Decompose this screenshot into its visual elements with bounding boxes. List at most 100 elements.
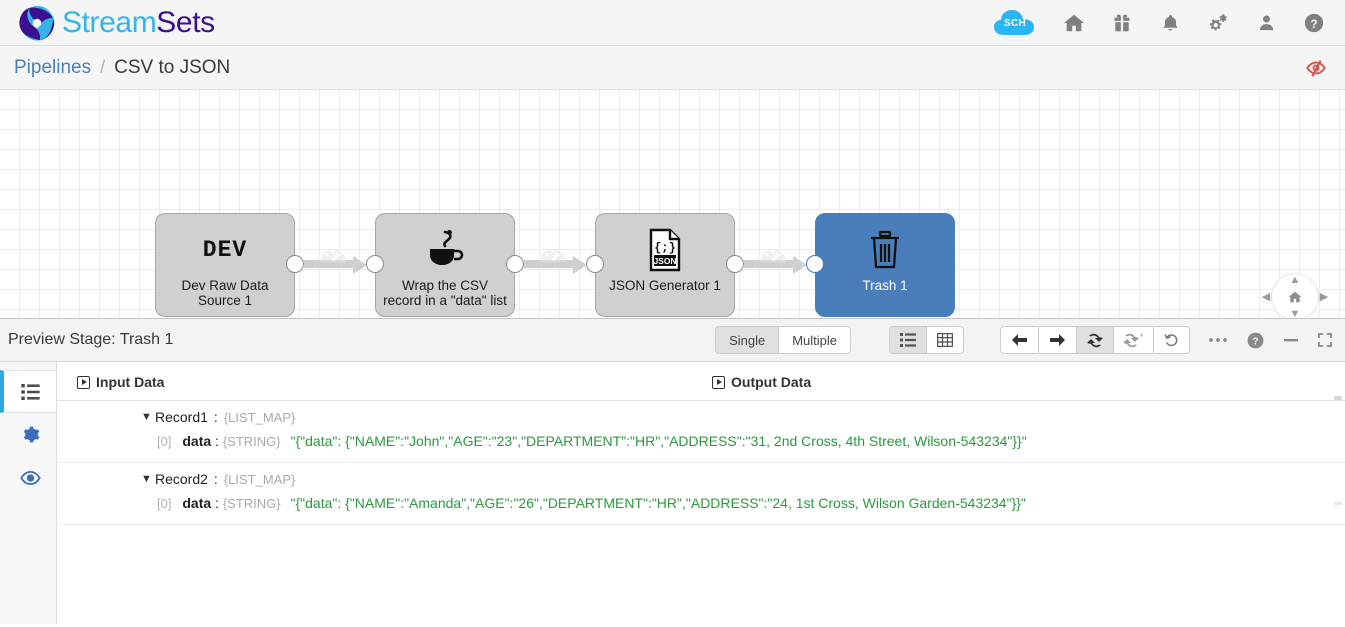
field-value[interactable]: "{"data": {"NAME":"John","AGE":"23","DEP…: [291, 433, 1027, 449]
stage-label-json-generator-1: JSON Generator 1: [609, 278, 721, 293]
gift-icon[interactable]: [1111, 12, 1133, 34]
record-name: Record1: [155, 409, 208, 425]
streamsets-logo[interactable]: StreamSets: [18, 4, 215, 42]
breadcrumb-pipelines-link[interactable]: Pipelines: [14, 57, 91, 79]
field-type: {STRING}: [222, 434, 281, 449]
link-2-arrow: [573, 256, 587, 274]
output-port-wrap-csv-record[interactable]: [506, 255, 524, 273]
pan-up-button[interactable]: ▲: [1288, 273, 1302, 287]
record-type: {LIST_MAP}: [223, 410, 296, 425]
link-3-meter-icon[interactable]: [758, 242, 788, 269]
input-port-wrap-csv-record[interactable]: [366, 255, 384, 273]
record-field-row: [0] data : {STRING} "{"data": {"NAME":"A…: [57, 493, 1345, 514]
record-name: Record2: [155, 471, 208, 487]
output-data-column-header: Output Data: [712, 374, 811, 390]
more-options-icon[interactable]: [1208, 336, 1228, 344]
run-preview-with-options-icon[interactable]: *: [1113, 326, 1153, 354]
table-view-icon[interactable]: [926, 326, 964, 354]
breadcrumb-separator: /: [100, 57, 106, 77]
record-block: ▼ Record1 : {LIST_MAP} [0] data : {STRIN…: [57, 401, 1345, 463]
reset-offset-icon[interactable]: [1153, 326, 1190, 354]
help-icon[interactable]: ?: [1303, 12, 1325, 34]
preview-left-rail: [0, 362, 57, 624]
top-nav-actions: SCH ?: [993, 8, 1331, 38]
record-colon: :: [213, 471, 218, 487]
stage-label-dev-raw-data-source-1: Dev Raw Data Source 1: [181, 278, 269, 308]
stage-json-generator-1[interactable]: {;} JSON JSON Generator 1: [595, 213, 735, 317]
top-navigation-bar: StreamSets SCH ?: [0, 0, 1345, 46]
gears-icon[interactable]: [1207, 12, 1229, 34]
output-data-expand-icon[interactable]: [712, 375, 725, 389]
output-port-json-generator-1[interactable]: [726, 255, 744, 273]
preview-title: Preview Stage: Trash 1: [8, 331, 174, 348]
record-header: ▼ Record1 : {LIST_MAP}: [57, 409, 1345, 425]
breadcrumb-current-pipeline: CSV to JSON: [114, 56, 231, 78]
streamsets-logo-mark: [18, 4, 56, 42]
field-value[interactable]: "{"data": {"NAME":"Amanda","AGE":"26","D…: [291, 495, 1026, 511]
svg-text:?: ?: [1310, 16, 1317, 30]
minimize-icon[interactable]: [1283, 333, 1299, 347]
stage-wrap-csv-record[interactable]: Wrap the CSV record in a "data" list: [375, 213, 515, 317]
record-type: {LIST_MAP}: [223, 472, 296, 487]
field-index: [0]: [157, 434, 172, 449]
preview-scrollbar-thumb[interactable]: [1334, 396, 1342, 400]
configuration-icon[interactable]: [0, 413, 56, 456]
field-colon: :: [215, 433, 219, 449]
input-port-trash-1[interactable]: [806, 255, 824, 273]
svg-text:*: *: [1140, 333, 1143, 342]
sch-cloud-label: SCH: [1003, 18, 1026, 29]
preview-mode-multiple-button[interactable]: Multiple: [778, 326, 851, 354]
output-port-dev-raw-data-source-1[interactable]: [286, 255, 304, 273]
run-preview-icon[interactable]: [1076, 326, 1113, 354]
preview-action-buttons: *: [1000, 326, 1190, 354]
brand-sets: Sets: [156, 5, 215, 39]
link-3-arrow: [793, 256, 807, 274]
pipeline-canvas[interactable]: DEV Dev Raw Data Source 1 Wrap the CSV r…: [0, 90, 1345, 318]
sch-cloud-badge[interactable]: SCH: [993, 8, 1037, 38]
home-icon[interactable]: [1063, 12, 1085, 34]
preview-data-panel[interactable]: Input Data Output Data ▼ Record1 : {LIST…: [57, 362, 1345, 624]
stage-label-wrap-csv-record: Wrap the CSV record in a "data" list: [383, 278, 507, 308]
preview-scrollbar-track-mark[interactable]: [1334, 502, 1342, 505]
record-header: ▼ Record2 : {LIST_MAP}: [57, 471, 1345, 487]
preview-eye-icon[interactable]: [0, 456, 56, 499]
record-colon: :: [213, 409, 218, 425]
user-icon[interactable]: [1255, 12, 1277, 34]
dev-text-icon: DEV: [202, 237, 248, 263]
record-collapse-caret[interactable]: ▼: [141, 411, 152, 423]
svg-text:JSON: JSON: [654, 256, 677, 266]
preview-data-icon[interactable]: [0, 370, 56, 413]
input-port-json-generator-1[interactable]: [586, 255, 604, 273]
maximize-icon[interactable]: [1317, 332, 1333, 348]
help-icon[interactable]: ?: [1246, 331, 1265, 350]
record-collapse-caret[interactable]: ▼: [141, 473, 152, 485]
bell-icon[interactable]: [1159, 12, 1181, 34]
step-back-icon[interactable]: [1000, 326, 1038, 354]
pan-down-button[interactable]: ▼: [1288, 307, 1302, 318]
streamsets-wordmark: StreamSets: [62, 5, 215, 39]
input-data-label: Input Data: [96, 374, 165, 390]
canvas-pan-compass[interactable]: ▲ ▼ ◀ ▶: [1262, 273, 1328, 318]
record-field-row: [0] data : {STRING} "{"data": {"NAME":"J…: [57, 431, 1345, 452]
stop-preview-icon[interactable]: [1301, 55, 1331, 81]
pan-right-button[interactable]: ▶: [1317, 290, 1331, 304]
stage-trash-1[interactable]: Trash 1: [815, 213, 955, 317]
pan-left-button[interactable]: ◀: [1259, 290, 1273, 304]
preview-mode-single-button[interactable]: Single: [715, 326, 779, 354]
preview-body: Input Data Output Data ▼ Record1 : {LIST…: [0, 362, 1345, 624]
preview-mode-toggle: Single Multiple: [715, 326, 851, 354]
stage-dev-raw-data-source-1[interactable]: DEV Dev Raw Data Source 1: [155, 213, 295, 317]
json-file-icon: {;} JSON: [644, 228, 686, 272]
step-forward-icon[interactable]: [1038, 326, 1076, 354]
link-1-meter-icon[interactable]: [318, 242, 348, 269]
link-2-meter-icon[interactable]: [538, 242, 568, 269]
pan-home-icon[interactable]: [1288, 290, 1302, 304]
preview-toolbar: Preview Stage: Trash 1 Single Multiple ?: [0, 318, 1345, 362]
preview-column-headers: Input Data Output Data: [57, 362, 1345, 401]
link-1-arrow: [353, 256, 367, 274]
input-data-expand-icon[interactable]: [77, 375, 90, 389]
breadcrumb-bar: Pipelines / CSV to JSON: [0, 46, 1345, 90]
trash-icon: [866, 228, 904, 272]
svg-text:?: ?: [1252, 336, 1258, 347]
list-view-icon[interactable]: [889, 326, 926, 354]
